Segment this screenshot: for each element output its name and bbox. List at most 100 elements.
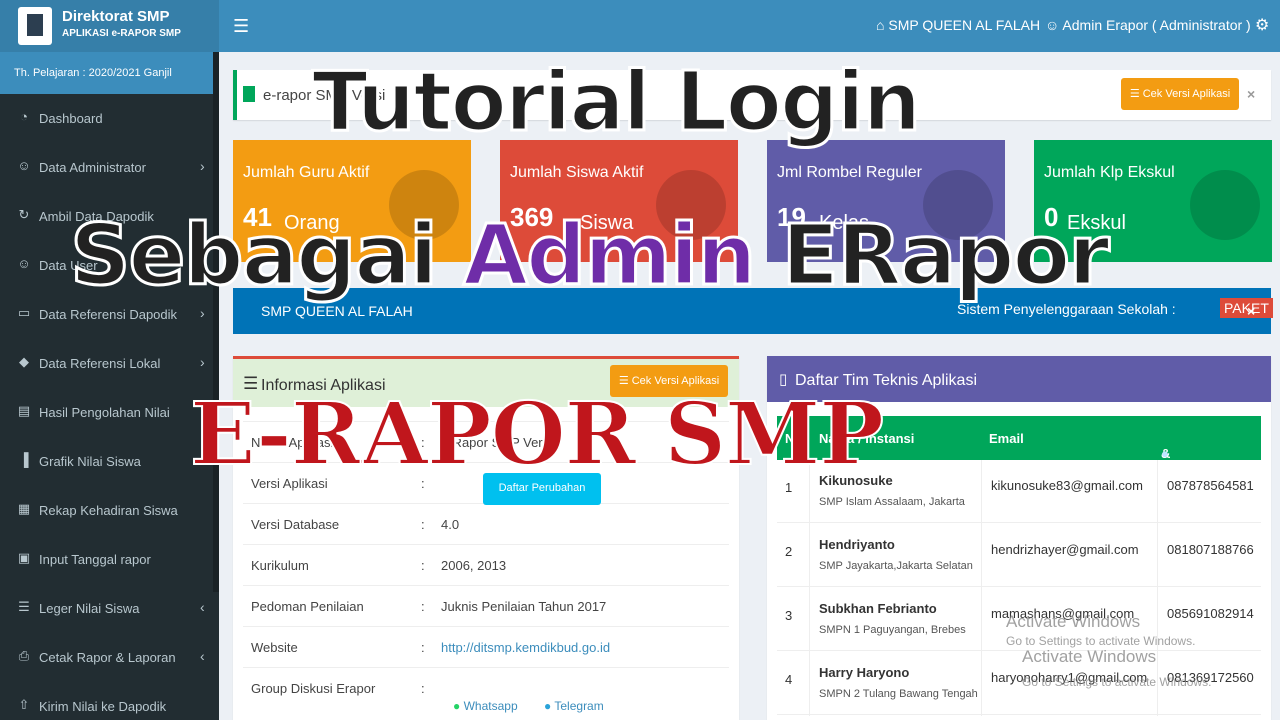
whatsapp-label: Whatsapp (463, 699, 518, 713)
sidebar: Direktorat SMP APLIKASI e-RAPOR SMP Th. … (0, 0, 219, 720)
overlay-title-line1: Tutorial Login (310, 55, 922, 150)
row-number: 2 (785, 544, 793, 559)
info-row: Versi Database: 4.0 (243, 503, 729, 544)
close-icon[interactable]: × (1247, 86, 1255, 102)
ministry-emblem-icon (18, 7, 52, 45)
sidebar-item-label: Data Administrator (39, 160, 146, 175)
website-link[interactable]: http://ditsmp.kemdikbud.go.id (441, 640, 610, 655)
activate-windows-watermark: Activate Windows (1006, 612, 1141, 631)
whatsapp-link[interactable]: ● Whatsapp (453, 699, 518, 713)
whatsapp-icon: ● (453, 699, 461, 713)
check-version-button[interactable]: ☰ Cek Versi Aplikasi (1121, 78, 1239, 110)
document-icon (243, 86, 255, 102)
users-icon: ☺ (17, 158, 31, 173)
overlay-word: ERapor (754, 206, 1111, 304)
sidebar-item[interactable]: ▣ Input Tanggal rapor (0, 535, 219, 584)
info-colon: : (421, 640, 425, 655)
sidebar-item-label: Hasil Pengolahan Nilai (39, 405, 170, 420)
sidebar-item[interactable]: ▦ Rekap Kehadiran Siswa (0, 486, 219, 535)
stat-label: Jumlah Siswa Aktif (510, 164, 644, 181)
stat-label: Jumlah Guru Aktif (243, 164, 370, 181)
col-email: Email (989, 431, 1024, 446)
info-row: Pedoman Penilaian: Juknis Penilaian Tahun… (243, 585, 729, 626)
telegram-link[interactable]: ● Telegram (544, 699, 604, 713)
telegram-label: Telegram (554, 699, 604, 713)
chevron-icon: › (200, 158, 205, 174)
check-version-label: Cek Versi Aplikasi (1142, 88, 1231, 100)
member-name: Subkhan Febrianto (819, 601, 937, 616)
info-value: 2006, 2013 (441, 558, 507, 573)
info-value: Juknis Penilaian Tahun 2017 (441, 599, 607, 614)
bank-icon: ⌂ (876, 17, 889, 33)
info-colon: : (421, 558, 425, 573)
table-row: 2 Hendriyanto SMP Jayakarta,Jakarta Selata… (777, 524, 1261, 587)
member-name: Hendriyanto (819, 537, 895, 552)
info-row: Kurikulum: 2006, 2013 (243, 544, 729, 585)
tag-icon: ◆ (19, 354, 29, 369)
sidebar-item[interactable]: ◆ Data Referensi Lokal › (0, 339, 219, 388)
sidebar-item[interactable]: ☺ Data Administrator › (0, 143, 219, 192)
calculator-icon: ▦ (17, 501, 31, 516)
chevron-icon: › (200, 305, 205, 321)
member-email: kikunosuke83@gmail.com (991, 478, 1143, 493)
dashboard-icon: ◔ (20, 109, 28, 124)
sidebar-item-label: Leger Nilai Siswa (39, 601, 140, 616)
sidebar-item[interactable]: ▤ Hasil Pengolahan Nilai (0, 388, 219, 437)
member-name: Harry Haryono (819, 665, 910, 680)
overlay-title-line2: Sebagai Admin ERapor (68, 212, 1111, 299)
info-row: Website: http://ditsmp.kemdikbud.go.id (243, 626, 729, 667)
member-school: SMPN 2 Tulang Bawang Tengah (819, 688, 978, 700)
upload-icon: ⇧ (18, 697, 30, 712)
info-key: Website (251, 640, 298, 655)
sidebar-item-label: Grafik Nilai Siswa (39, 454, 141, 469)
chart-icon: ▐ (19, 452, 29, 467)
user-menu[interactable]: ☺ Admin Erapor ( Administrator ) (1045, 17, 1251, 33)
activate-windows-watermark: Activate Windows (1022, 647, 1157, 666)
refresh-icon: ↻ (18, 207, 30, 222)
activate-windows-hint: Go to Settings to activate Windows. (1022, 675, 1212, 689)
sidebar-item-label: Cetak Rapor & Laporan (39, 650, 176, 665)
sidebar-item-label: Input Tanggal rapor (39, 552, 151, 567)
overlay-word: Sebagai (68, 206, 464, 304)
overlay-title-line3: E-RAPOR SMP (189, 384, 885, 485)
sidebar-item-label: Rekap Kehadiran Siswa (39, 503, 178, 518)
info-key: Group Diskusi Erapor (251, 681, 376, 696)
chevron-icon: ‹ (200, 599, 205, 615)
sidebar-item[interactable]: ☰ Leger Nilai Siswa ‹ (0, 584, 219, 633)
close-icon[interactable]: × (1247, 303, 1255, 319)
member-phone: 085691082914 (1167, 606, 1254, 621)
user-icon: ☺ (1045, 17, 1063, 33)
row-number: 3 (785, 608, 793, 623)
telegram-icon: ● (544, 699, 552, 713)
stat-label: Jumlah Klp Ekskul (1044, 164, 1175, 181)
app-logo[interactable]: Direktorat SMP APLIKASI e-RAPOR SMP (0, 0, 219, 52)
member-phone: 081807188766 (1167, 542, 1254, 557)
sidebar-item[interactable]: ⎙ Cetak Rapor & Laporan ‹ (0, 633, 219, 682)
gear-icon[interactable]: ⚙ (1255, 15, 1269, 35)
sidebar-item[interactable]: ⇧ Kirim Nilai ke Dapodik (0, 682, 219, 720)
print-icon: ⎙ (18, 648, 30, 663)
member-school: SMP Islam Assalaam, Jakarta (819, 496, 965, 508)
school-name-link[interactable]: ⌂ SMP QUEEN AL FALAH (876, 17, 1040, 33)
academic-year-label: Th. Pelajaran : 2020/2021 Ganjil (0, 52, 219, 94)
sidebar-item-label: Kirim Nilai ke Dapodik (39, 699, 167, 714)
school-name: SMP QUEEN AL FALAH (888, 17, 1041, 33)
sidebar-item-label: Dashboard (39, 111, 103, 126)
monitor-icon: ▭ (17, 305, 31, 320)
list-icon: ☰ (18, 599, 30, 614)
info-value: 4.0 (441, 517, 460, 532)
sidebar-item[interactable]: ◔ Dashboard (0, 94, 219, 143)
stat-label: Jml Rombel Reguler (777, 164, 922, 181)
menu-toggle-icon[interactable]: ☰ (233, 16, 249, 37)
info-colon: : (421, 517, 425, 532)
top-navbar: ☰ ⌂ SMP QUEEN AL FALAH ☺ Admin Erapor ( … (219, 0, 1280, 52)
sidebar-item-label: Data Referensi Lokal (39, 356, 161, 371)
row-number: 4 (785, 672, 793, 687)
info-colon: : (421, 599, 425, 614)
activate-windows-hint: Go to Settings to activate Windows. (1006, 634, 1196, 648)
users-icon: ☺ (17, 256, 31, 271)
school-bar-name: SMP QUEEN AL FALAH (261, 303, 413, 319)
sidebar-item[interactable]: ▐ Grafik Nilai Siswa (0, 437, 219, 486)
member-school: SMPN 1 Paguyangan, Brebes (819, 624, 966, 636)
info-key: Pedoman Penilaian (251, 599, 364, 614)
